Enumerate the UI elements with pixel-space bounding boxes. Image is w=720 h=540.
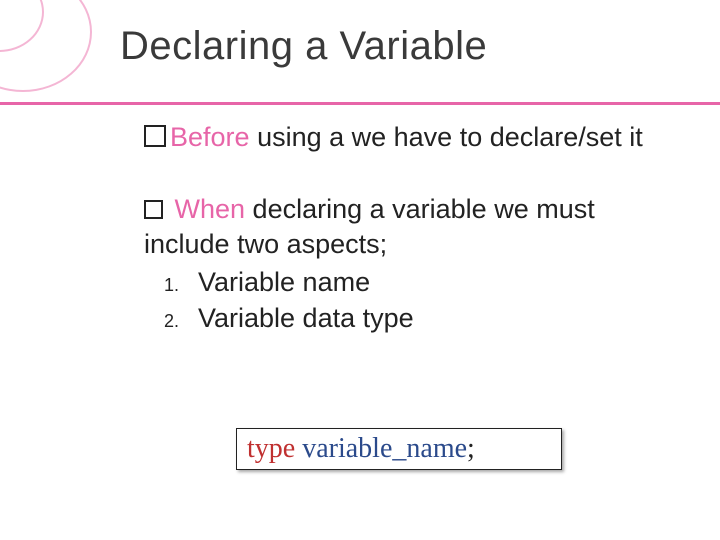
slide: Declaring a Variable Before using a we h… [0, 0, 720, 540]
code-identifier: variable_name [302, 433, 467, 464]
p1-emphasis: Before [170, 122, 250, 152]
code-keyword-type: type [247, 433, 295, 464]
list-item-2: 2.Variable data type [144, 301, 680, 337]
list-number: 1. [164, 274, 198, 298]
p2-emphasis: When [167, 194, 245, 224]
title-underline [0, 102, 720, 105]
slide-body: Before using a we have to declare/set it… [144, 120, 680, 336]
list-text: Variable name [198, 267, 370, 297]
list-number: 2. [164, 310, 198, 334]
paragraph-1: Before using a we have to declare/set it [144, 120, 680, 156]
paragraph-2: When declaring a variable we must includ… [144, 192, 680, 263]
p1-text: using a we have to declare/set it [250, 122, 643, 152]
code-example-box: type variable_name; [236, 428, 562, 470]
list-item-1: 1.Variable name [144, 265, 680, 301]
checkbox-icon [144, 125, 166, 147]
code-semicolon: ; [467, 433, 475, 464]
checkbox-icon [144, 200, 163, 219]
list-text: Variable data type [198, 303, 414, 333]
slide-title: Declaring a Variable [120, 24, 487, 69]
